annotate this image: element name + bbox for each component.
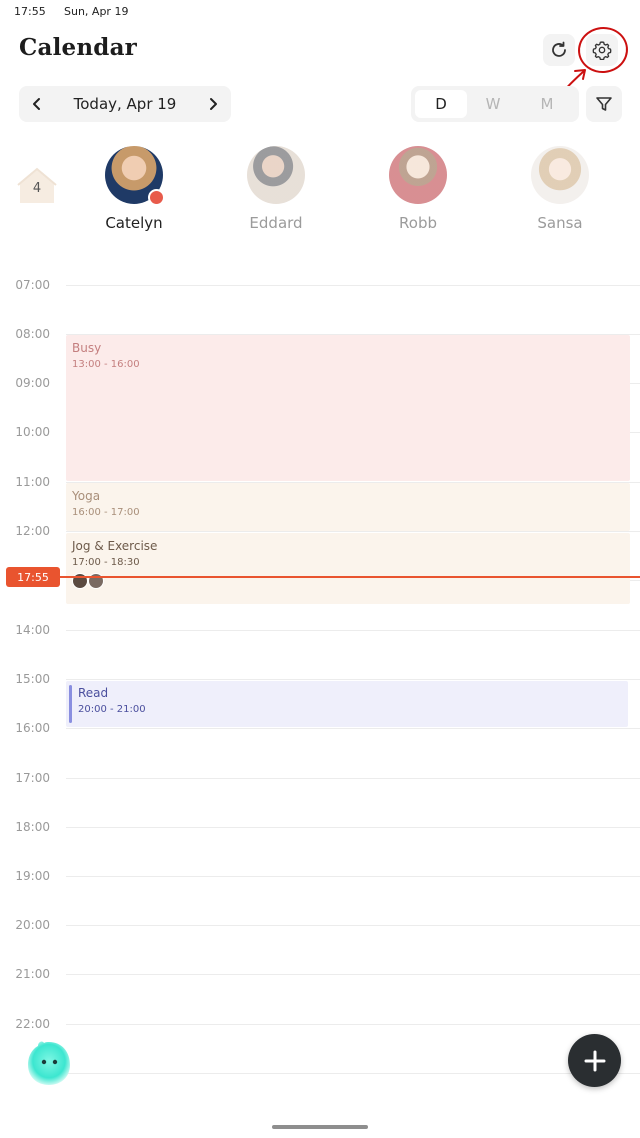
event-yoga[interactable]: Yoga 16:00 - 17:00 — [66, 483, 630, 531]
event-busy[interactable]: Busy 13:00 - 16:00 — [66, 335, 630, 481]
hour-label: 19:00 — [15, 869, 50, 883]
hour-label: 22:00 — [15, 1017, 50, 1031]
avatar — [105, 146, 165, 206]
hour-gridline — [66, 778, 640, 779]
hour-label: 07:00 — [15, 278, 50, 292]
hour-label: 12:00 — [15, 524, 50, 538]
member-name: Catelyn — [105, 214, 163, 232]
hour-gridline — [66, 827, 640, 828]
event-time: 17:00 - 18:30 — [72, 557, 140, 568]
hour-gridline — [66, 728, 640, 729]
avatar — [389, 146, 447, 204]
event-title: Busy — [72, 341, 102, 355]
view-day-button[interactable]: D — [415, 90, 467, 118]
filter-icon — [596, 97, 612, 111]
hour-label: 08:00 — [15, 327, 50, 341]
page-title: Calendar — [19, 34, 138, 61]
filter-button[interactable] — [586, 86, 622, 122]
home-indicator[interactable] — [272, 1125, 368, 1129]
status-bar: 17:55 Sun, Apr 19 — [0, 0, 640, 24]
view-toggle: D W M — [411, 86, 579, 122]
avatar — [531, 146, 589, 204]
hour-gridline — [66, 630, 640, 631]
hour-label: 21:00 — [15, 967, 50, 981]
member-name: Eddard — [249, 214, 303, 232]
hour-gridline — [66, 1073, 640, 1074]
hour-label: 20:00 — [15, 918, 50, 932]
presence-indicator — [148, 189, 165, 206]
event-jog-exercise[interactable]: Jog & Exercise 17:00 - 18:30 — [66, 533, 630, 604]
member-robb[interactable]: Robb — [373, 146, 463, 232]
status-time: 17:55 — [14, 5, 46, 18]
hour-gridline — [66, 531, 640, 532]
event-title: Yoga — [72, 489, 101, 503]
plus-icon — [584, 1050, 605, 1071]
next-day-button[interactable] — [195, 86, 231, 122]
event-title: Jog & Exercise — [72, 539, 158, 553]
hour-label: 09:00 — [15, 376, 50, 390]
hour-gridline — [66, 1024, 640, 1025]
member-name: Sansa — [537, 214, 583, 232]
status-date: Sun, Apr 19 — [64, 5, 129, 18]
view-month-button[interactable]: M — [521, 90, 573, 118]
hour-gridline — [66, 876, 640, 877]
member-name: Robb — [399, 214, 437, 232]
sync-button[interactable] — [543, 34, 575, 66]
chevron-left-icon — [33, 98, 40, 110]
hour-label: 15:00 — [15, 672, 50, 686]
hour-gridline — [66, 285, 640, 286]
refresh-icon — [552, 41, 566, 57]
member-sansa[interactable]: Sansa — [515, 146, 605, 232]
event-time: 20:00 - 21:00 — [78, 704, 146, 715]
previous-day-button[interactable] — [19, 86, 55, 122]
hour-label: 10:00 — [15, 425, 50, 439]
hour-label: 17:00 — [15, 771, 50, 785]
event-read[interactable]: Read 20:00 - 21:00 — [66, 681, 628, 727]
event-accent-bar — [69, 685, 72, 723]
add-event-button[interactable] — [568, 1034, 621, 1087]
view-week-button[interactable]: W — [467, 90, 519, 118]
hour-label: 18:00 — [15, 820, 50, 834]
member-eddard[interactable]: Eddard — [231, 146, 321, 232]
event-time: 13:00 - 16:00 — [72, 359, 140, 370]
hour-gridline — [66, 925, 640, 926]
hour-label: 16:00 — [15, 721, 50, 735]
hour-label: 14:00 — [15, 623, 50, 637]
chevron-right-icon — [210, 98, 217, 110]
event-title: Read — [78, 686, 109, 700]
hour-label: 11:00 — [15, 475, 50, 489]
date-navigator: Today, Apr 19 — [19, 86, 231, 122]
household-count: 4 — [32, 181, 42, 196]
current-time-badge: 17:55 — [6, 567, 60, 587]
member-catelyn[interactable]: Catelyn — [89, 146, 179, 232]
hour-gridline — [66, 974, 640, 975]
hour-gridline — [66, 679, 640, 680]
current-date-label[interactable]: Today, Apr 19 — [65, 95, 185, 113]
current-time-line — [58, 576, 640, 578]
event-time: 16:00 - 17:00 — [72, 507, 140, 518]
assistant-bot-icon[interactable] — [24, 1038, 74, 1088]
avatar — [247, 146, 305, 204]
